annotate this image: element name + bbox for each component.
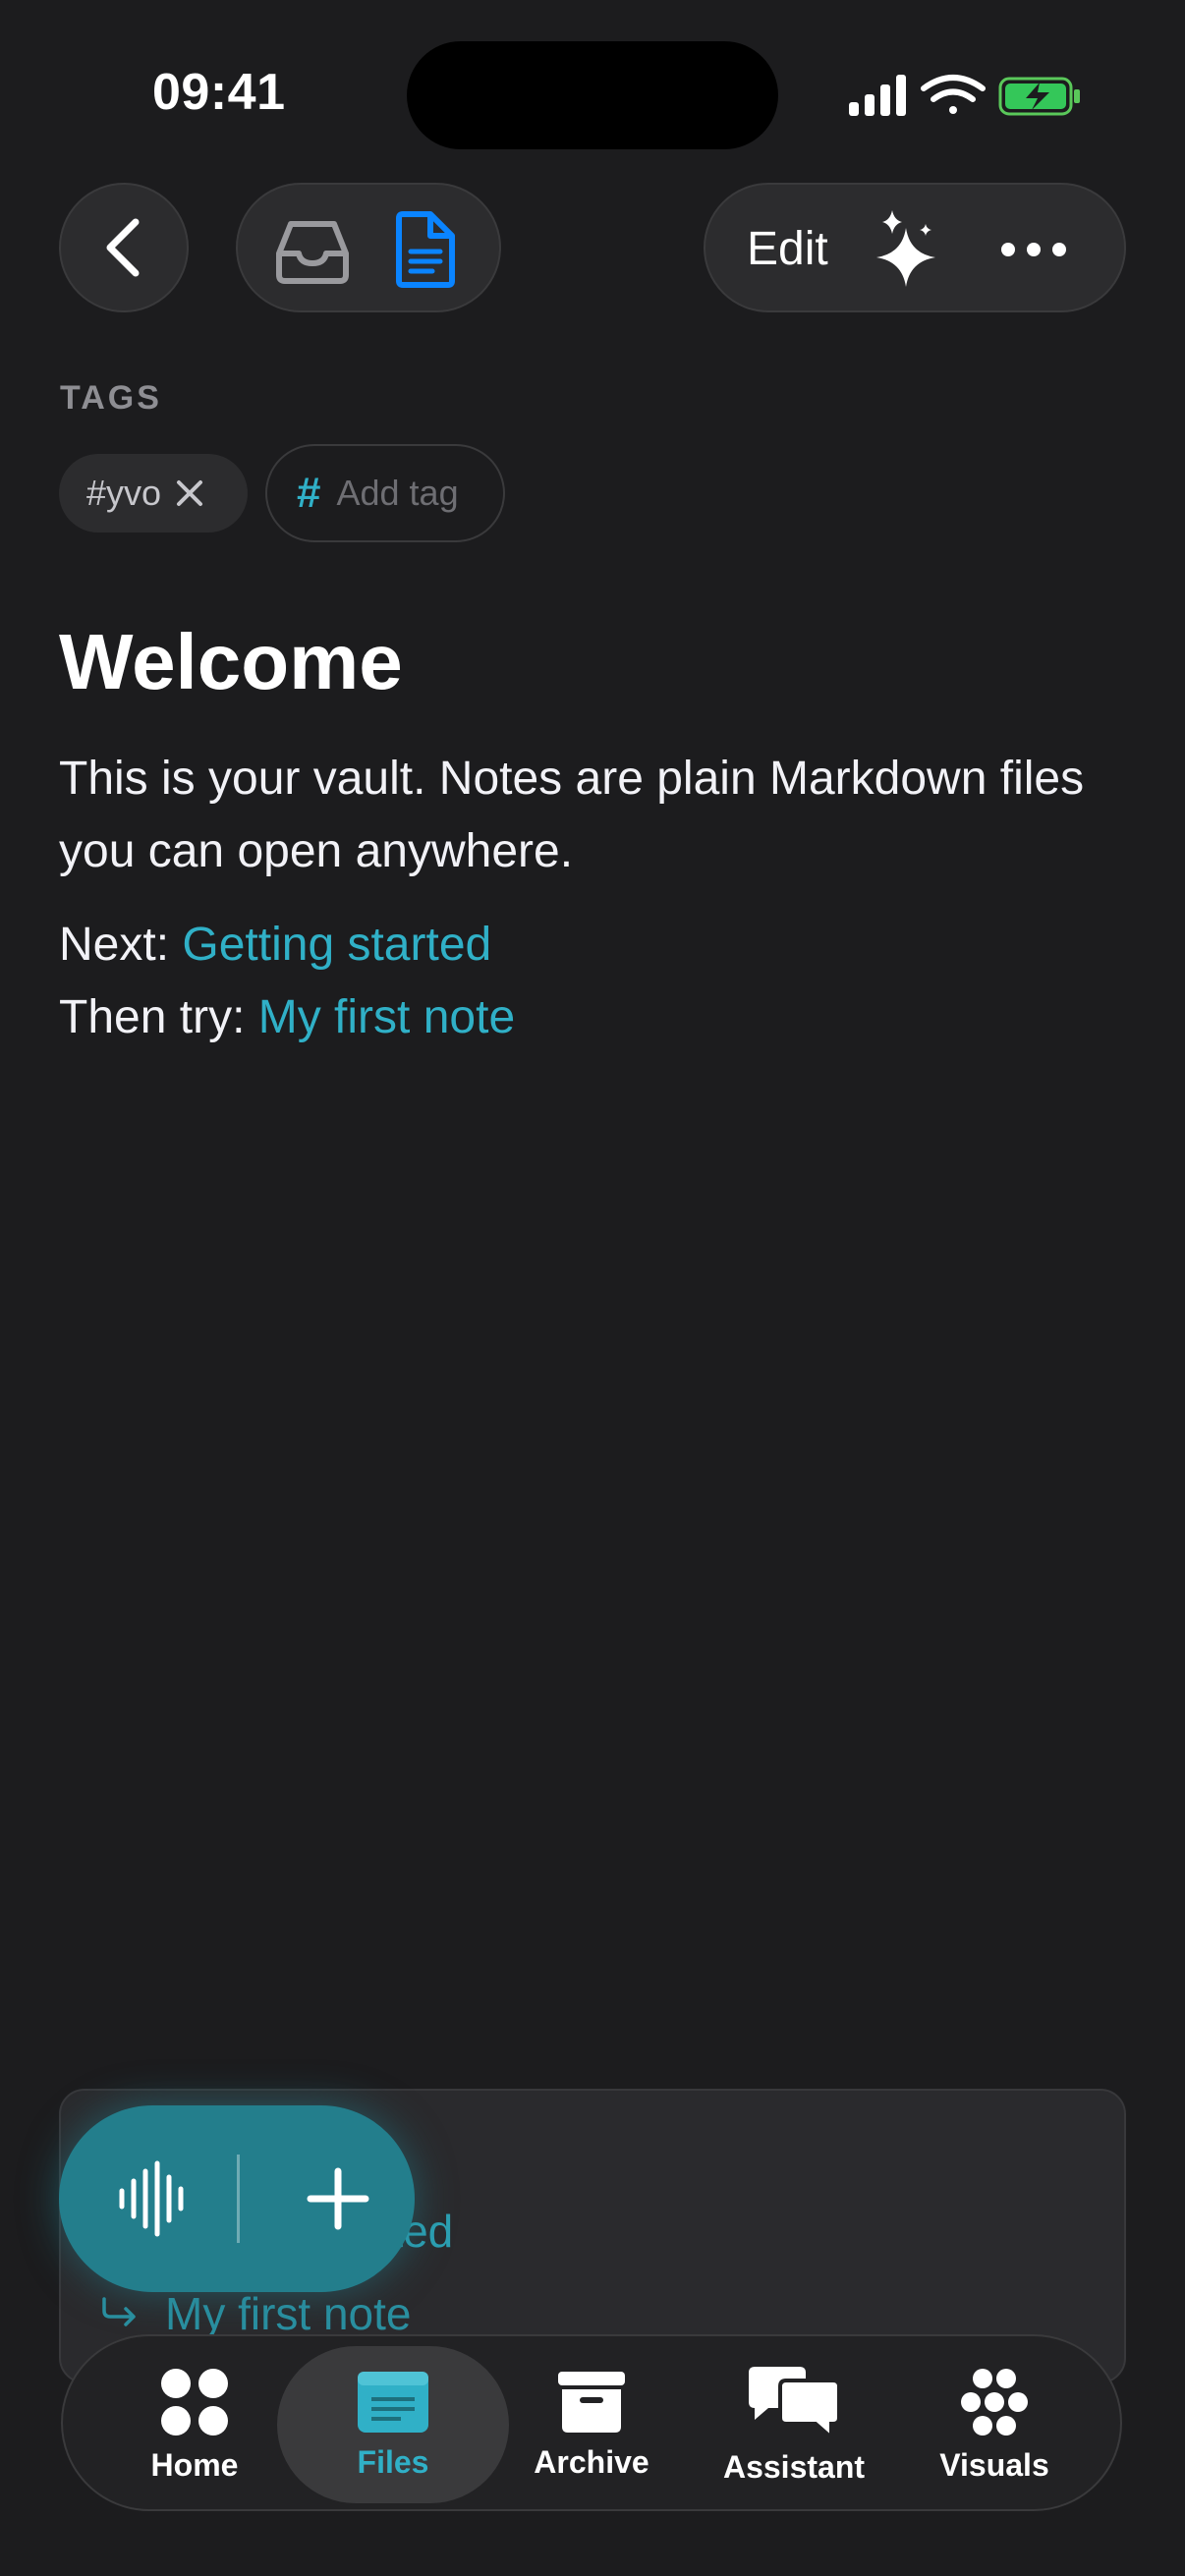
tab-files[interactable]: Files xyxy=(277,2346,509,2503)
remove-tag-icon[interactable] xyxy=(175,478,204,508)
tab-visuals[interactable]: Visuals xyxy=(896,2336,1093,2513)
tags-heading: TAGS xyxy=(60,379,162,417)
sparkles-icon[interactable] xyxy=(867,208,945,291)
then-prefix: Then try: xyxy=(59,991,258,1043)
fab-divider xyxy=(237,2155,240,2243)
signal-icon xyxy=(849,75,906,116)
more-icon[interactable] xyxy=(998,240,1069,259)
tag-chip[interactable]: #yvo xyxy=(59,454,248,532)
wifi-icon xyxy=(921,75,986,114)
tag-label: #yvo xyxy=(86,473,162,513)
tab-label: Files xyxy=(357,2443,429,2480)
battery-icon xyxy=(998,77,1080,116)
tab-archive[interactable]: Archive xyxy=(493,2336,690,2513)
visuals-icon xyxy=(961,2368,1028,2436)
status-time: 09:41 xyxy=(152,64,286,121)
plus-icon[interactable] xyxy=(299,2159,377,2238)
tab-home[interactable]: Home xyxy=(96,2336,293,2513)
then-line: Then try: My first note xyxy=(59,990,515,1044)
hash-icon: # xyxy=(297,469,321,517)
tab-assistant[interactable]: Assistant xyxy=(696,2336,892,2513)
home-icon xyxy=(161,2368,228,2436)
files-icon xyxy=(358,2371,428,2433)
document-icon[interactable] xyxy=(391,210,460,289)
return-arrow-icon xyxy=(102,2297,136,2326)
note-body: This is your vault. Notes are plain Mark… xyxy=(59,753,1085,877)
preview-link-my-first-note[interactable]: My first note xyxy=(100,2287,412,2340)
tab-label: Home xyxy=(150,2446,239,2483)
assistant-icon xyxy=(749,2366,841,2439)
next-prefix: Next: xyxy=(59,919,183,971)
note-title: Welcome xyxy=(59,618,403,705)
note-actions: Edit xyxy=(704,183,1126,312)
quick-capture-fab xyxy=(59,2105,415,2292)
archive-icon xyxy=(558,2371,625,2433)
add-tag-placeholder: Add tag xyxy=(336,473,459,513)
tab-label: Visuals xyxy=(939,2446,1049,2483)
inbox-icon[interactable] xyxy=(271,210,354,289)
tab-label: Archive xyxy=(534,2443,649,2480)
add-tag-field[interactable]: # Add tag xyxy=(265,444,505,542)
dynamic-island xyxy=(407,41,778,149)
voice-record-icon[interactable] xyxy=(114,2159,193,2238)
tab-label: Assistant xyxy=(722,2448,866,2485)
next-line: Next: Getting started xyxy=(59,918,491,972)
my-first-note-link[interactable]: My first note xyxy=(258,991,515,1043)
edit-button[interactable]: Edit xyxy=(747,222,828,276)
status-icons xyxy=(849,75,1080,116)
getting-started-link[interactable]: Getting started xyxy=(182,919,491,971)
view-switcher xyxy=(236,183,501,312)
chevron-left-icon xyxy=(106,218,140,277)
back-button[interactable] xyxy=(59,183,189,312)
note-screen: 09:41 Edit TAGS #yvo # Add tag Welcome T… xyxy=(0,0,1185,2576)
tab-bar: Home Files Archive Assistant Visuals xyxy=(61,2334,1122,2511)
